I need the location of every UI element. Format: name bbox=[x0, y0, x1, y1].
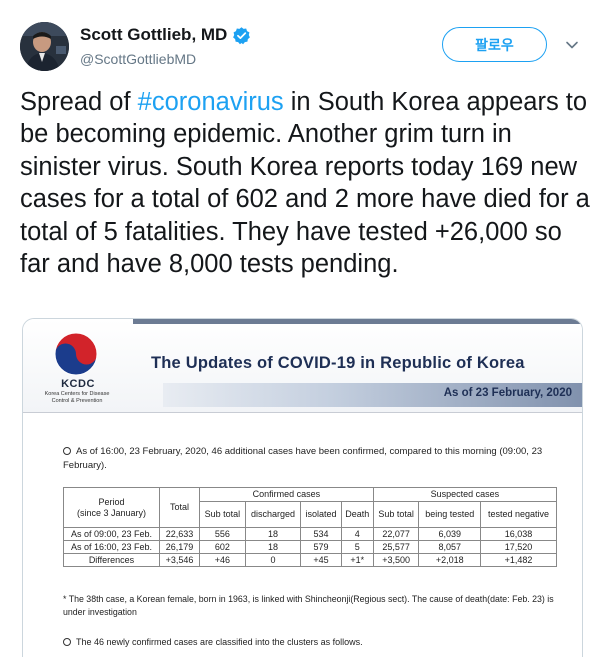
update-paragraph-text: As of 16:00, 23 February, 2020, 46 addit… bbox=[63, 446, 543, 471]
table-cell: As of 16:00, 23 Feb. bbox=[63, 540, 160, 554]
table-cell: 6,039 bbox=[418, 527, 482, 541]
table-cell: 0 bbox=[244, 553, 302, 567]
table-cell: +1* bbox=[340, 553, 374, 567]
kcdc-logo-icon bbox=[54, 332, 98, 376]
circle-bullet-icon bbox=[63, 447, 71, 455]
table-cell: 26,179 bbox=[159, 540, 200, 554]
kcdc-full-name-line2: Control & Prevention bbox=[51, 398, 103, 404]
table-cell: As of 09:00, 23 Feb. bbox=[63, 527, 160, 541]
kcdc-full-name-line1: Korea Centers for Disease bbox=[44, 391, 110, 397]
period-sub-label: (since 3 January) bbox=[76, 507, 147, 518]
table-header-confirmed: Confirmed cases bbox=[199, 487, 374, 502]
verified-badge-icon bbox=[233, 26, 251, 44]
table-cell: 579 bbox=[300, 540, 342, 554]
tweet-text-start: Spread of bbox=[20, 88, 138, 116]
table-cell: +45 bbox=[300, 553, 342, 567]
table-row: As of 16:00, 23 Feb. 26,179 602 18 579 5… bbox=[63, 540, 557, 554]
table-cell: 18 bbox=[244, 527, 302, 541]
table-header-period: Period (since 3 January) bbox=[63, 487, 160, 528]
table-col-header: Death bbox=[340, 501, 374, 528]
kcdc-full-name: Korea Centers for Disease Control & Prev… bbox=[37, 391, 117, 405]
table-cell: 22,077 bbox=[372, 527, 420, 541]
table-col-header: tested negative bbox=[480, 501, 557, 528]
table-col-header: being tested bbox=[418, 501, 482, 528]
cluster-paragraph-text: The 46 newly confirmed cases are classif… bbox=[76, 637, 363, 647]
table-cell: 18 bbox=[244, 540, 302, 554]
table-col-header: isolated bbox=[300, 501, 342, 528]
tweet-media-image[interactable]: KCDC Korea Centers for Disease Control &… bbox=[22, 318, 583, 657]
table-cell: +46 bbox=[199, 553, 246, 567]
circle-bullet-icon bbox=[63, 638, 71, 646]
follow-button[interactable]: 팔로우 bbox=[442, 27, 547, 62]
tweet-text-rest: in South Korea appears to be becoming ep… bbox=[20, 88, 590, 279]
table-col-header: Sub total bbox=[199, 501, 246, 528]
table-row: Differences +3,546 +46 0 +45 +1* +3,500 … bbox=[63, 553, 557, 567]
table-cell: +1,482 bbox=[480, 553, 557, 567]
author-handle[interactable]: @ScottGottliebMD bbox=[80, 51, 196, 67]
author-name[interactable]: Scott Gottlieb, MD bbox=[80, 25, 227, 45]
update-paragraph: As of 16:00, 23 February, 2020, 46 addit… bbox=[63, 445, 553, 473]
avatar[interactable] bbox=[20, 22, 69, 71]
footnote: * The 38th case, a Korean female, born i… bbox=[63, 594, 554, 617]
table-col-header: discharged bbox=[244, 501, 302, 528]
table-header-total: Total bbox=[159, 487, 200, 528]
table-cell: 5 bbox=[340, 540, 374, 554]
table-cell: 17,520 bbox=[480, 540, 557, 554]
hashtag-link[interactable]: #coronavirus bbox=[138, 88, 284, 116]
media-title: The Updates of COVID-19 in Republic of K… bbox=[151, 354, 525, 372]
table-cell: 16,038 bbox=[480, 527, 557, 541]
table-cell: +3,546 bbox=[159, 553, 200, 567]
kcdc-acronym: KCDC bbox=[61, 378, 95, 390]
table-cell: 602 bbox=[199, 540, 246, 554]
tweet-header: Scott Gottlieb, MD @ScottGottliebMD 팔로우 bbox=[0, 0, 596, 80]
table-cell: Differences bbox=[63, 553, 160, 567]
chevron-down-icon[interactable] bbox=[565, 38, 579, 52]
table-cell: +3,500 bbox=[372, 553, 420, 567]
table-cell: 556 bbox=[199, 527, 246, 541]
table-col-header: Sub total bbox=[372, 501, 420, 528]
avatar-image bbox=[20, 22, 69, 71]
tweet-text: Spread of #coronavirus in South Korea ap… bbox=[20, 86, 590, 280]
table-cell: +2,018 bbox=[418, 553, 482, 567]
table-cell: 534 bbox=[300, 527, 342, 541]
table-cell: 8,057 bbox=[418, 540, 482, 554]
table-cell: 4 bbox=[340, 527, 374, 541]
period-label: Period bbox=[98, 496, 125, 507]
table-cell: 22,633 bbox=[159, 527, 200, 541]
table-row: As of 09:00, 23 Feb. 22,633 556 18 534 4… bbox=[63, 527, 557, 541]
media-as-of-date: As of 23 February, 2020 bbox=[443, 387, 572, 399]
cluster-paragraph: The 46 newly confirmed cases are classif… bbox=[63, 636, 555, 649]
kcdc-banner: KCDC Korea Centers for Disease Control &… bbox=[23, 319, 582, 413]
table-header-suspected: Suspected cases bbox=[372, 487, 558, 502]
cases-table: Period (since 3 January) Total Confirmed … bbox=[63, 487, 558, 567]
table-cell: 25,577 bbox=[372, 540, 420, 554]
